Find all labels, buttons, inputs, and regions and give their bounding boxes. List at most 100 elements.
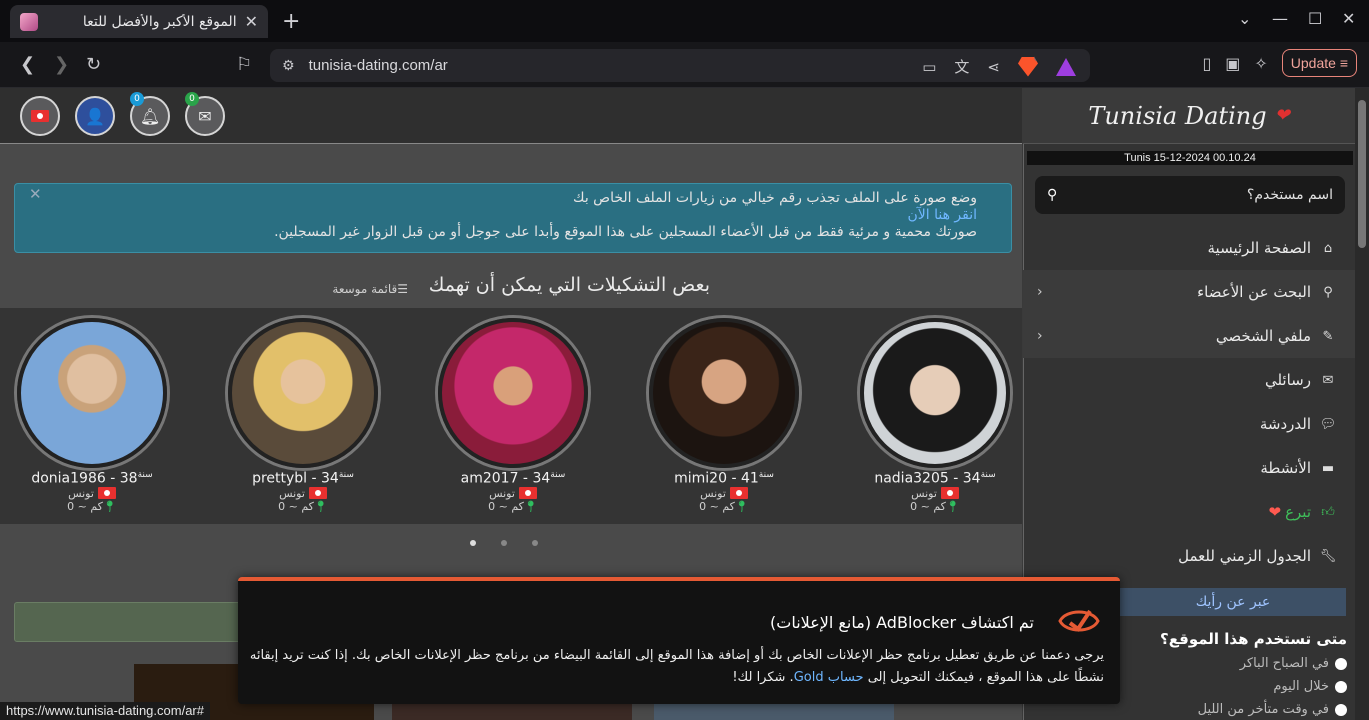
alert-close-icon[interactable]: ✕ (29, 186, 42, 203)
thumbs-up-icon: 👍︎ (1321, 504, 1335, 520)
carousel-dot[interactable] (501, 540, 507, 546)
profile-username[interactable]: prettybl (252, 471, 307, 487)
profile-card[interactable]: donia1986 - سنة38 تونس 0 ~ كم📍︎ (0, 318, 187, 513)
envelope-icon: ✉ (198, 106, 212, 126)
search-icon: ⚲ (1323, 284, 1333, 300)
profile-username[interactable]: nadia3205 (874, 471, 948, 487)
profile-avatar-button[interactable]: 👤 (75, 96, 115, 136)
gold-account-link[interactable]: حساب Gold (794, 670, 864, 685)
profile-carousel: donia1986 - سنة38 تونس 0 ~ كم📍︎ prettybl… (0, 308, 1022, 546)
carousel-pagination (470, 540, 538, 546)
profile-photo[interactable] (228, 318, 378, 468)
forward-icon[interactable]: ❯ (54, 54, 69, 75)
sidebar-item-label: الصفحة الرئيسية (1207, 239, 1312, 257)
new-tab-button[interactable]: + (282, 9, 300, 34)
tab-title: الموقع الأكبر والأفضل للتعا (82, 13, 237, 30)
profile-distance: 0 ~ كم (67, 499, 103, 513)
reload-icon[interactable]: ↻ (86, 54, 101, 75)
country-flag-button[interactable] (20, 96, 60, 136)
search-icon[interactable]: ⚲ (1047, 187, 1057, 203)
alert-link[interactable]: انقر هنا الآن (907, 207, 977, 223)
active-tab[interactable]: الموقع الأكبر والأفضل للتعا ✕ (10, 5, 268, 38)
carousel-dot[interactable] (532, 540, 538, 546)
profile-photo[interactable] (17, 318, 167, 468)
sidebar-item-home[interactable]: ⌂ الصفحة الرئيسية (1023, 226, 1355, 270)
sidebar-item-label: الجدول الزمني للعمل (1178, 547, 1311, 565)
sidebar-item-activities[interactable]: ▬ الأنشطة (1023, 446, 1355, 490)
heart-logo-icon: ❤ (1274, 105, 1290, 126)
share-icon[interactable]: ⋖ (987, 58, 1000, 76)
poll-option[interactable]: خلال اليوم (1273, 679, 1347, 694)
carousel-dot[interactable] (470, 540, 476, 546)
expanded-list-label: قائمة موسعة (332, 282, 398, 296)
profile-card[interactable]: mimi20 - سنة41 تونس 0 ~ كم📍︎ (629, 318, 819, 513)
username-search-input[interactable] (1065, 187, 1333, 203)
sidebar-item-chat[interactable]: 💬︎ الدردشة (1023, 402, 1355, 446)
poll-question: متى تستخدم هذا الموقع؟ (1160, 630, 1347, 648)
profile-photo[interactable] (438, 318, 588, 468)
brave-shields-icon[interactable]: 5 (1018, 56, 1038, 77)
update-button[interactable]: Update ≡ (1281, 49, 1357, 77)
profile-country: تونس (279, 486, 305, 500)
translate-icon[interactable]: 文 (954, 56, 969, 77)
envelope-icon: ✉ (1322, 372, 1334, 388)
sidebar-item-messages[interactable]: ✉ رسائلي (1023, 358, 1355, 402)
profile-username[interactable]: mimi20 (674, 471, 727, 487)
profile-card[interactable]: am2017 - سنة34 تونس 0 ~ كم📍︎ (418, 318, 608, 513)
sidebar-item-label: ملفي الشخصي (1215, 327, 1311, 345)
bookmark-icon[interactable]: ⚐ (236, 54, 252, 75)
minimize-icon[interactable]: — (1272, 9, 1288, 28)
address-bar[interactable]: ⚙ tunisia-dating.com/ar ▭ 文 ⋖ 5 (270, 49, 1090, 82)
chevron-left-icon: ‹ (1037, 284, 1043, 300)
back-icon[interactable]: ❮ (20, 54, 35, 75)
profile-photo[interactable] (649, 318, 799, 468)
scrollbar-thumb[interactable] (1358, 100, 1366, 248)
sidebar-item-label: الأنشطة (1260, 459, 1311, 477)
adblock-message: يرجى دعمنا عن طريق تعطيل برنامج حظر الإع… (244, 645, 1104, 689)
sidebar-item-my-profile[interactable]: ✎ ملفي الشخصي ‹ (1023, 314, 1355, 358)
radio-button[interactable] (1335, 680, 1347, 693)
maximize-icon[interactable]: ☐ (1308, 9, 1322, 28)
expanded-list-link[interactable]: ☰قائمة موسعة (332, 282, 408, 296)
url-text[interactable]: tunisia-dating.com/ar (309, 57, 448, 74)
site-logo[interactable]: ❤ Tunisia Dating (1023, 88, 1355, 144)
radio-button[interactable] (1335, 703, 1347, 716)
sidebar-toggle-icon[interactable]: ▯ (1202, 54, 1211, 73)
sidebar-item-schedule[interactable]: 🔧︎ الجدول الزمني للعمل (1023, 534, 1355, 578)
profile-age: 34 (321, 470, 339, 487)
profile-country: تونس (489, 486, 515, 500)
profile-username[interactable]: am2017 (461, 471, 519, 487)
leo-ai-icon[interactable]: ✧ (1254, 54, 1267, 73)
profile-username[interactable]: donia1986 (31, 471, 105, 487)
poll-option[interactable]: في وقت متأخر من الليل (1198, 702, 1347, 717)
cast-icon[interactable]: ▭ (922, 58, 936, 76)
tab-list-chevron-icon[interactable]: ⌄ (1238, 9, 1251, 28)
edit-icon: ✎ (1322, 328, 1334, 344)
profile-age: 38 (119, 470, 138, 487)
profile-card[interactable]: nadia3205 - سنة34 تونس 0 ~ كم📍︎ (840, 318, 1022, 513)
profile-distance: 0 ~ كم (910, 499, 946, 513)
poll-option[interactable]: في الصباح الباكر (1240, 656, 1347, 671)
update-label: Update (1290, 55, 1336, 71)
user-top-strip: 👤 0 🔔︎ 0 ✉ (0, 88, 1022, 144)
brave-rewards-icon[interactable] (1056, 57, 1076, 76)
tab-close-icon[interactable]: ✕ (245, 12, 258, 31)
user-silhouette-icon: 👤 (85, 106, 105, 126)
sidebar-item-donate[interactable]: 👍︎ تبرع ❤ (1023, 490, 1355, 534)
messages-button[interactable]: 0 ✉ (185, 92, 225, 136)
window-close-icon[interactable]: ✕ (1342, 9, 1355, 28)
photo-alert: ✕ وضع صورة على الملف تجذب رقم خيالي من ز… (14, 183, 1012, 253)
page-scrollbar[interactable] (1355, 88, 1369, 720)
location-pin-icon: 📍︎ (313, 499, 328, 513)
location-pin-icon: 📍︎ (523, 499, 538, 513)
wallet-icon[interactable]: ▣ (1225, 54, 1240, 73)
sidebar-item-member-search[interactable]: ⚲ البحث عن الأعضاء ‹ (1023, 270, 1355, 314)
profile-age: 34 (962, 470, 981, 487)
profile-country: تونس (68, 486, 94, 500)
notifications-button[interactable]: 0 🔔︎ (130, 92, 170, 136)
profile-photo[interactable] (860, 318, 1010, 468)
sidebar-menu: ⌂ الصفحة الرئيسية ⚲ البحث عن الأعضاء ‹ ✎ ملف… (1023, 226, 1355, 578)
site-settings-icon[interactable]: ⚙ (282, 58, 295, 74)
radio-button[interactable] (1335, 657, 1347, 670)
profile-card[interactable]: prettybl - سنة34 تونس 0 ~ كم📍︎ (208, 318, 398, 513)
